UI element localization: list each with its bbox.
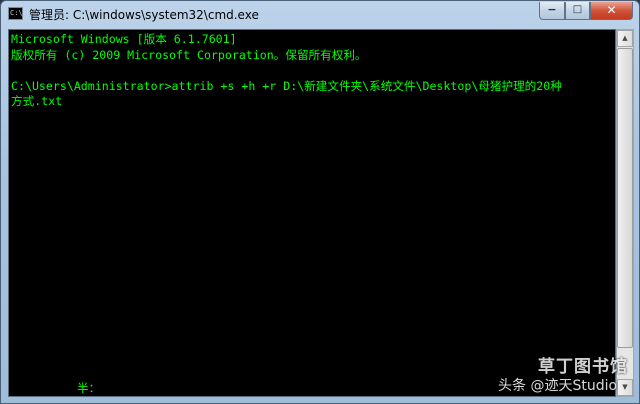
minimize-icon: − xyxy=(547,3,557,16)
scroll-down-arrow-icon: ▼ xyxy=(622,383,628,391)
console-text: Microsoft Windows [版本 6.1.7601] 版权所有 (c) … xyxy=(11,32,562,110)
close-button[interactable]: ✕ xyxy=(590,2,633,20)
scroll-up-arrow-icon: ▲ xyxy=(622,34,628,42)
console-line: Microsoft Windows [版本 6.1.7601] xyxy=(11,32,237,46)
watermark-site: 草丁图书馆 xyxy=(538,357,628,377)
watermark-author: 头条 @迹天Studio xyxy=(498,378,618,394)
ime-status-indicator: 半： xyxy=(77,381,101,395)
console-line: 版权所有 (c) 2009 Microsoft Corporation。保留所有… xyxy=(11,47,367,62)
minimize-button[interactable]: − xyxy=(539,2,565,20)
cmd-window: C:\ 管理员: C:\windows\system32\cmd.exe − □… xyxy=(0,0,640,404)
window-title: 管理员: C:\windows\system32\cmd.exe xyxy=(29,8,259,22)
scroll-thumb[interactable] xyxy=(617,48,633,348)
close-icon: ✕ xyxy=(606,3,617,17)
console-output-area[interactable]: Microsoft Windows [版本 6.1.7601] 版权所有 (c) … xyxy=(8,29,616,397)
maximize-icon: □ xyxy=(572,4,583,15)
console-line: C:\Users\Administrator>attrib +s +h +r D… xyxy=(11,78,562,93)
scroll-down-button[interactable]: ▼ xyxy=(617,379,633,396)
maximize-button[interactable]: □ xyxy=(565,2,590,20)
vertical-scrollbar[interactable]: ▲ ▼ xyxy=(616,29,634,397)
scroll-up-button[interactable]: ▲ xyxy=(617,30,633,47)
cmd-app-icon[interactable]: C:\ xyxy=(8,7,23,20)
console-line: 方式.txt xyxy=(11,94,63,109)
